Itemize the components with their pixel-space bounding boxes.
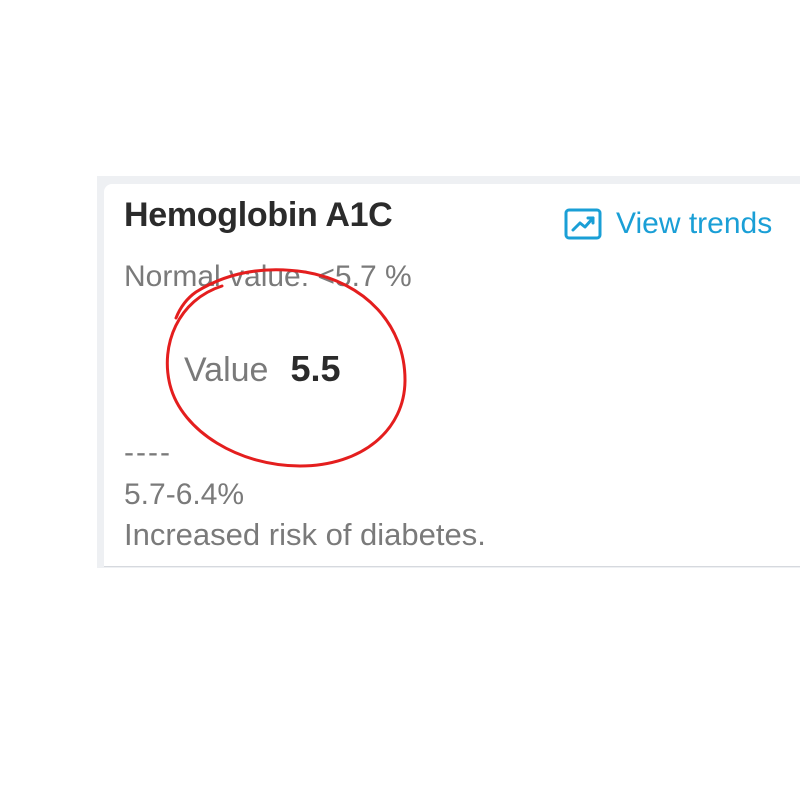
risk-range-text: 5.7-6.4% bbox=[124, 478, 245, 511]
value-row: Value 5.5 bbox=[184, 348, 340, 390]
trend-chart-icon bbox=[564, 207, 602, 241]
value-label: Value bbox=[184, 351, 269, 389]
lab-test-title: Hemoglobin A1C bbox=[124, 196, 393, 234]
value-number: 5.5 bbox=[290, 348, 341, 389]
risk-note-text: Increased risk of diabetes. bbox=[124, 517, 486, 552]
view-trends-link[interactable]: View trends bbox=[564, 202, 772, 246]
screenshot-stage: Hemoglobin A1C View trends Normal value:… bbox=[0, 0, 800, 800]
separator-dashes: ---- bbox=[124, 436, 172, 469]
view-trends-label: View trends bbox=[616, 207, 773, 240]
normal-value-text: Normal value: <5.7 % bbox=[124, 260, 412, 293]
